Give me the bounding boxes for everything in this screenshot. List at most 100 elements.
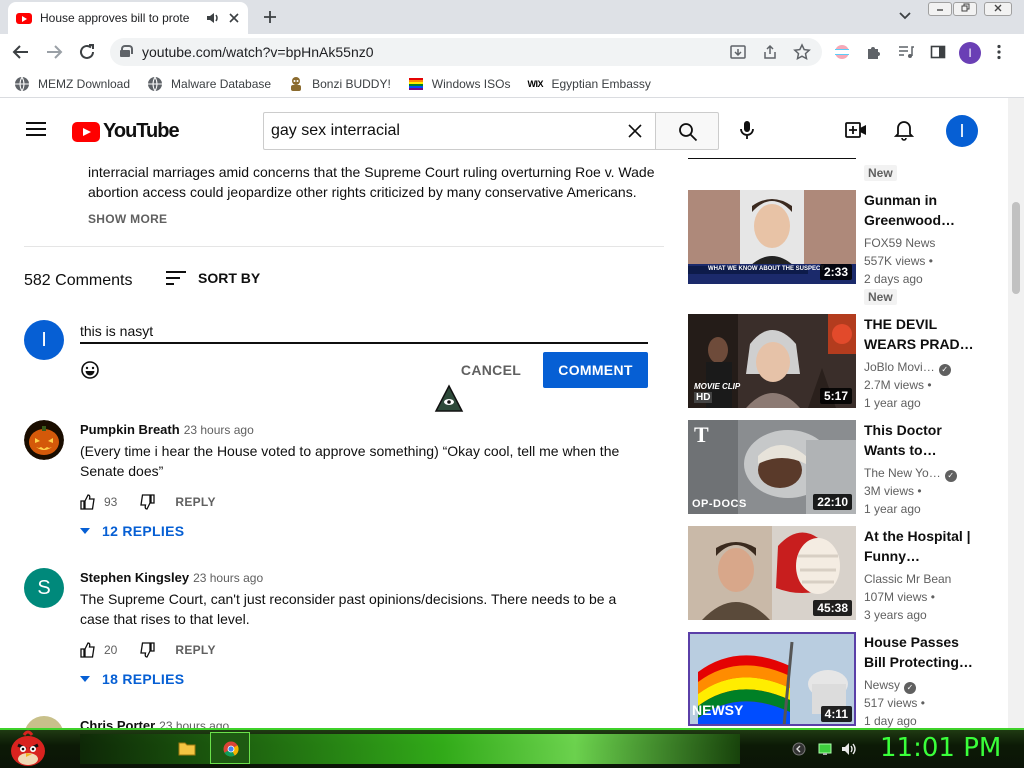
related-thumbnail[interactable]: WHAT WE KNOW ABOUT THE SUSPECT 2:33	[688, 190, 856, 284]
related-channel[interactable]: The New Yo… ✓	[864, 464, 957, 482]
install-app-icon[interactable]	[730, 44, 746, 60]
related-channel[interactable]: Classic Mr Bean	[864, 570, 951, 588]
view-replies-button[interactable]: 18 REPLIES	[80, 671, 184, 687]
globe-icon	[148, 76, 163, 91]
related-title[interactable]: Gunman in Greenwood…	[864, 190, 974, 230]
side-panel-icon[interactable]	[930, 44, 946, 60]
related-channel[interactable]: JoBlo Movi… ✓	[864, 358, 951, 376]
related-title[interactable]: At the Hospital | Funny…	[864, 526, 974, 566]
comment-avatar[interactable]	[24, 420, 64, 460]
show-more-button[interactable]: SHOW MORE	[88, 212, 167, 226]
microphone-icon[interactable]	[739, 120, 755, 140]
file-explorer-icon[interactable]	[178, 740, 196, 756]
emoji-icon[interactable]	[80, 360, 100, 380]
minimize-icon	[937, 9, 943, 11]
browser-tab[interactable]: House approves bill to prote	[8, 2, 248, 34]
hamburger-menu-icon[interactable]	[26, 122, 46, 136]
bookmark-malware-database[interactable]: Malware Database	[147, 76, 271, 92]
restore-button[interactable]	[953, 2, 977, 16]
related-thumbnail[interactable]: T OP-DOCS 22:10	[688, 420, 856, 514]
forward-arrow-icon[interactable]	[45, 44, 63, 60]
bookmark-bonzi-buddy[interactable]: Bonzi BUDDY!	[288, 76, 391, 92]
close-window-button[interactable]	[984, 2, 1012, 16]
taskbar-chrome-button[interactable]	[210, 732, 250, 764]
chrome-profile-avatar[interactable]: I	[959, 42, 981, 64]
comment-submit-button[interactable]: COMMENT	[543, 352, 648, 388]
youtube-play-icon	[72, 121, 100, 142]
related-views: 517 views •	[864, 696, 925, 710]
channel-name: The New Yo…	[864, 466, 941, 480]
reply-button[interactable]: REPLY	[175, 495, 215, 509]
thumbs-up-icon[interactable]	[80, 642, 96, 658]
volume-icon[interactable]	[841, 741, 857, 757]
youtube-logo[interactable]: YouTube	[72, 120, 180, 143]
thumbs-down-icon[interactable]	[139, 494, 156, 510]
bookmark-egyptian-embassy[interactable]: WIX Egyptian Embassy	[527, 77, 650, 91]
comment-time[interactable]: 23 hours ago	[184, 423, 254, 437]
browser-toolbar: youtube.com/watch?v=bpHnAk55nz0 I	[0, 34, 1024, 70]
reload-icon[interactable]	[78, 43, 96, 61]
create-video-icon[interactable]	[845, 121, 867, 139]
related-title[interactable]: THE DEVIL WEARS PRAD…	[864, 314, 974, 354]
related-thumbnail[interactable]: MOVIE CLIP HD 5:17	[688, 314, 856, 408]
like-count: 20	[104, 643, 118, 657]
clear-search-icon[interactable]	[627, 123, 643, 139]
related-views: 3M views •	[864, 484, 922, 498]
cancel-button[interactable]: CANCEL	[450, 352, 532, 388]
share-icon[interactable]	[762, 44, 778, 60]
comment-input[interactable]	[80, 320, 648, 344]
related-thumbnail[interactable]: NEWSY 4:11	[688, 632, 856, 726]
channel-name: JoBlo Movi…	[864, 360, 935, 374]
comment-avatar[interactable]: S	[24, 568, 64, 608]
bookmark-star-icon[interactable]	[793, 43, 811, 61]
thumbs-up-icon[interactable]	[80, 494, 96, 510]
thumbnail-caption: MOVIE CLIP	[694, 382, 741, 391]
chrome-menu-icon[interactable]	[996, 44, 1002, 60]
comment-actions: 93 REPLY	[80, 494, 216, 510]
scrollbar-thumb[interactable]	[1012, 202, 1020, 294]
reply-button[interactable]: REPLY	[175, 643, 215, 657]
view-replies-button[interactable]: 12 REPLIES	[80, 523, 184, 539]
new-tab-icon[interactable]	[262, 9, 278, 25]
taskbar-clock[interactable]: 11:01 PM	[880, 733, 1001, 763]
replies-label: 12 REPLIES	[102, 523, 185, 539]
youtube-favicon-icon	[16, 12, 32, 24]
bookmark-label: Malware Database	[171, 76, 272, 91]
address-bar[interactable]: youtube.com/watch?v=bpHnAk55nz0	[110, 38, 822, 66]
video-duration: 4:11	[820, 706, 852, 722]
extensions-puzzle-icon[interactable]	[866, 44, 882, 60]
thumbs-down-icon[interactable]	[139, 642, 156, 658]
comment-author[interactable]: Stephen Kingsley 23 hours ago	[80, 570, 263, 585]
notifications-bell-icon[interactable]	[894, 119, 914, 141]
youtube-account-avatar[interactable]: I	[946, 115, 978, 147]
search-button[interactable]	[655, 112, 719, 150]
network-icon[interactable]	[818, 742, 832, 756]
page-scrollbar[interactable]	[1008, 98, 1024, 728]
hd-badge: HD	[694, 392, 713, 403]
speaker-icon[interactable]	[206, 12, 220, 24]
related-title[interactable]: This Doctor Wants to…	[864, 420, 974, 460]
minimize-button[interactable]	[928, 2, 952, 16]
close-tab-icon[interactable]	[228, 12, 240, 24]
related-title[interactable]: House Passes Bill Protecting…	[864, 632, 974, 672]
search-input[interactable]: gay sex interracial	[263, 112, 656, 150]
previous-thumb-edge	[688, 158, 856, 159]
bookmarks-bar: MEMZ Download Malware Database Bonzi BUD…	[0, 70, 1024, 98]
related-channel[interactable]: Newsy ✓	[864, 676, 917, 694]
angry-bird-start-icon[interactable]	[8, 729, 48, 767]
related-channel[interactable]: FOX59 News	[864, 234, 935, 252]
tray-chevron-icon[interactable]	[792, 742, 806, 756]
related-age: 3 years ago	[864, 608, 927, 622]
tab-search-chevron-icon[interactable]	[898, 11, 912, 21]
bookmark-memz[interactable]: MEMZ Download	[14, 76, 130, 92]
bookmark-label: Windows ISOs	[431, 76, 511, 91]
bookmark-windows-isos[interactable]: Windows ISOs	[408, 76, 511, 92]
comment-time[interactable]: 23 hours ago	[193, 571, 263, 585]
comment-author[interactable]: Pumpkin Breath 23 hours ago	[80, 422, 254, 437]
related-thumbnail[interactable]: 45:38	[688, 526, 856, 620]
pride-extension-icon[interactable]	[834, 44, 850, 60]
back-arrow-icon[interactable]	[12, 44, 30, 60]
sort-by-button[interactable]: SORT BY	[166, 270, 260, 286]
globe-icon	[15, 76, 29, 91]
media-controls-icon[interactable]	[898, 44, 914, 60]
